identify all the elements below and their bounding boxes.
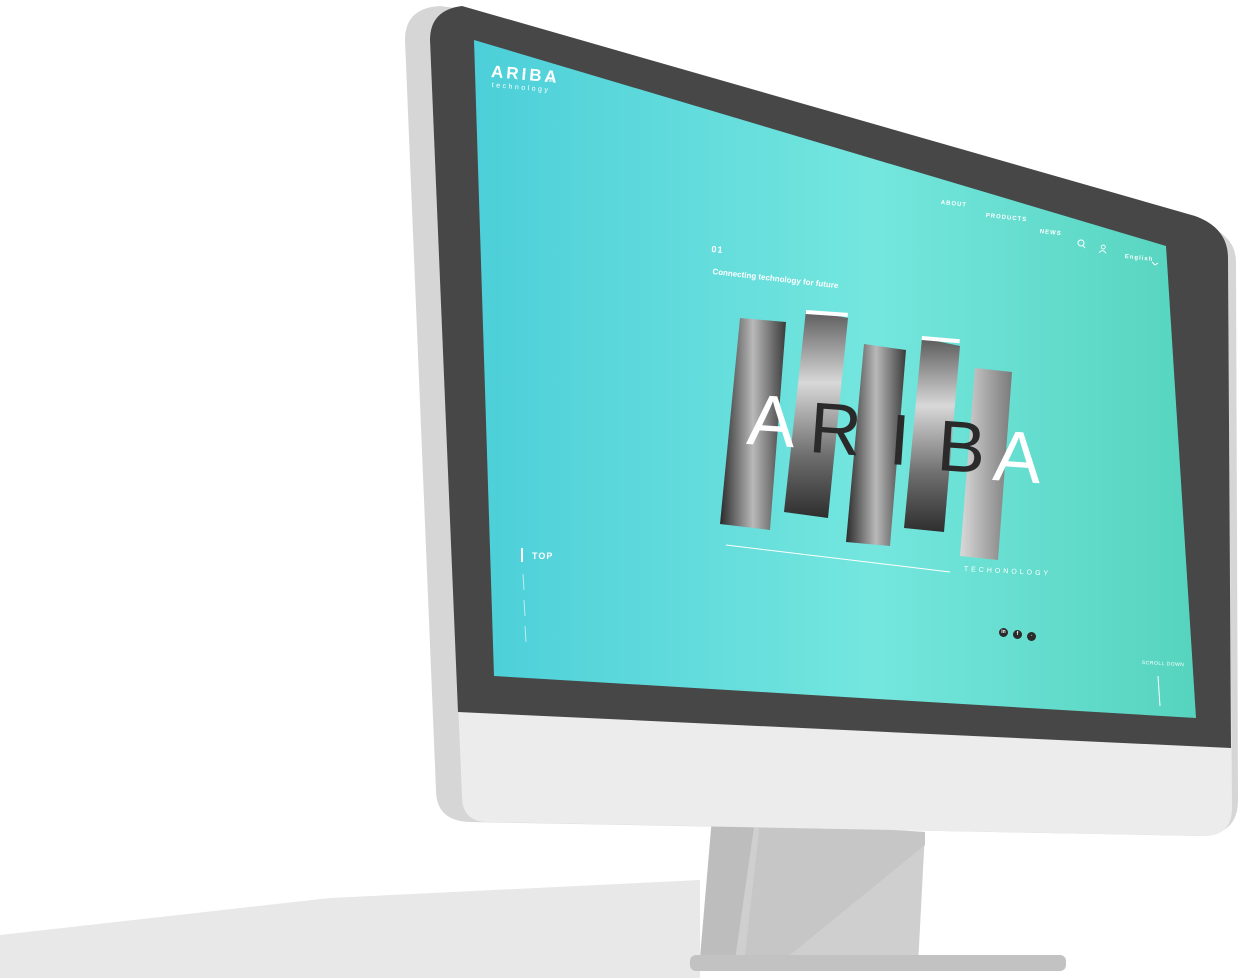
monitor-mockup: [0, 6, 1238, 978]
hero-letter: B: [934, 406, 989, 490]
hero-letter: R: [806, 388, 865, 472]
hero-letter: A: [990, 416, 1045, 500]
rss-icon[interactable]: ◦: [1027, 632, 1036, 641]
facebook-icon[interactable]: f: [1013, 630, 1022, 639]
sidebar-top-link[interactable]: TOP: [532, 551, 553, 561]
linkedin-icon[interactable]: in: [999, 628, 1008, 637]
floor-shadow: [0, 880, 700, 978]
slide-number: 01: [711, 244, 724, 256]
logo-badge: TWN: [545, 77, 556, 84]
hero-letter: A: [744, 380, 799, 464]
stand-base: [690, 955, 1066, 971]
